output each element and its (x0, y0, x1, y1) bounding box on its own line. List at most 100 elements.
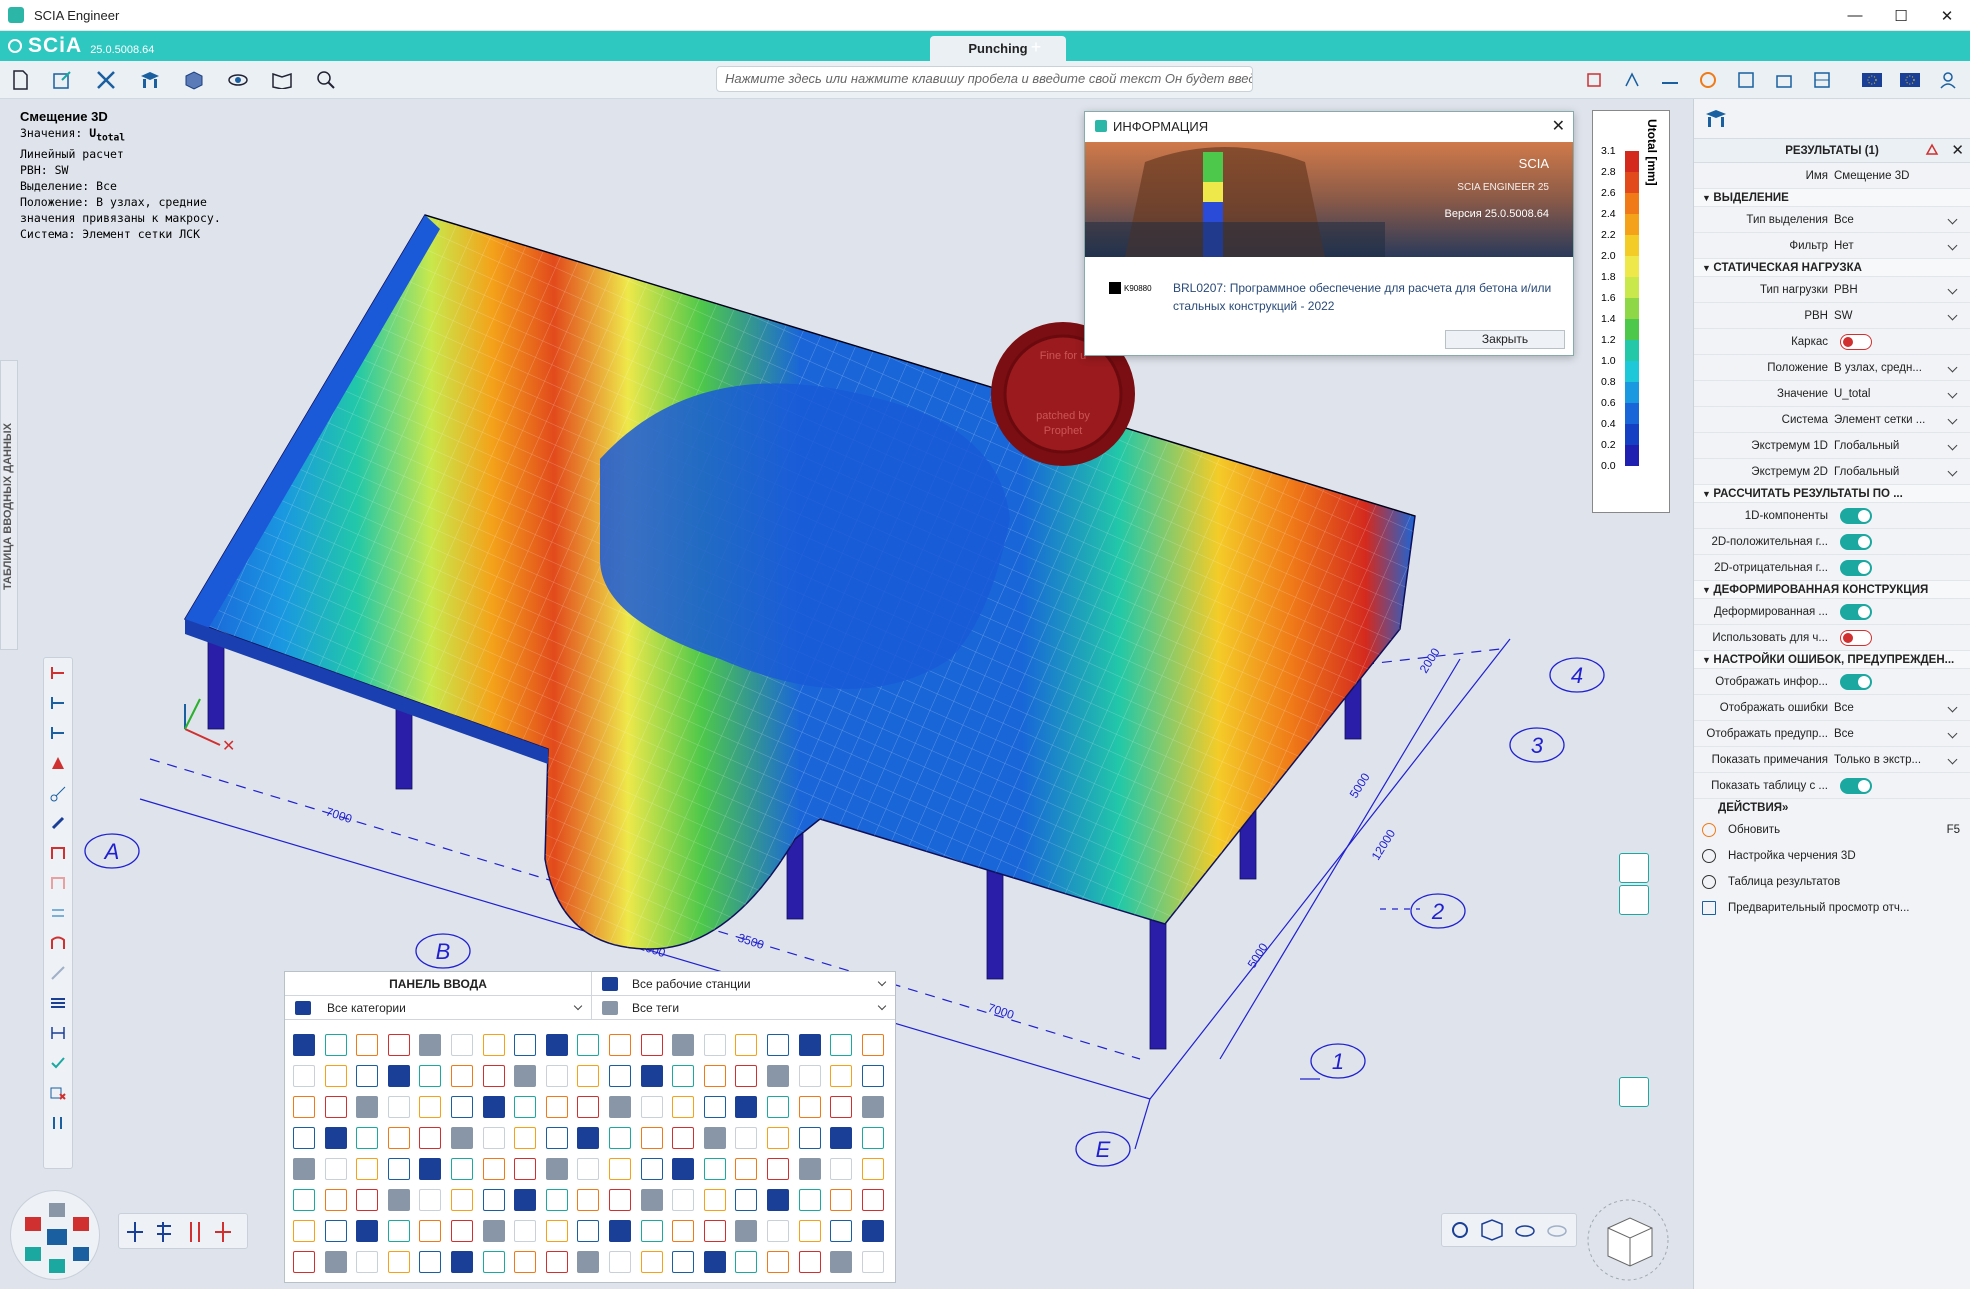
eu-flag-icon[interactable] (1860, 68, 1884, 92)
refresh-action[interactable]: Обновить F5 (1694, 817, 1970, 843)
input-tool-icon[interactable] (609, 1220, 631, 1242)
pin-icon[interactable] (1924, 142, 1940, 158)
input-tool-icon[interactable] (545, 1158, 568, 1180)
input-tool-icon[interactable] (451, 1251, 473, 1273)
frame-view-2-icon[interactable] (1619, 885, 1649, 915)
input-tool-icon[interactable] (482, 1189, 505, 1211)
input-tool-icon[interactable] (387, 1189, 410, 1211)
input-tool-icon[interactable] (672, 1127, 695, 1149)
input-tool-icon[interactable] (419, 1034, 442, 1056)
input-tool-icon[interactable] (735, 1158, 758, 1180)
lock-grid-icon[interactable] (1772, 68, 1796, 92)
view-cube[interactable] (1578, 1192, 1678, 1282)
input-tool-icon[interactable] (324, 1034, 347, 1056)
input-tool-icon[interactable] (514, 1034, 537, 1056)
minimize-button[interactable]: — (1832, 0, 1878, 31)
input-tool-icon[interactable] (293, 1034, 315, 1056)
input-tool-icon[interactable] (387, 1127, 410, 1149)
input-tool-icon[interactable] (767, 1189, 789, 1211)
input-tool-icon[interactable] (356, 1065, 379, 1087)
input-tool-icon[interactable] (640, 1096, 663, 1118)
input-tool-icon[interactable] (767, 1127, 789, 1149)
input-tool-icon[interactable] (451, 1034, 473, 1056)
input-tool-icon[interactable] (861, 1127, 884, 1149)
profile-icon[interactable] (1619, 1045, 1649, 1075)
layout-icon[interactable] (1810, 68, 1834, 92)
input-tool-icon[interactable] (735, 1065, 758, 1087)
input-tool-icon[interactable] (451, 1158, 473, 1180)
input-tool-icon[interactable] (451, 1096, 473, 1118)
structure-icon[interactable] (138, 68, 162, 92)
input-tool-icon[interactable] (735, 1127, 758, 1149)
input-tool-icon[interactable] (609, 1189, 631, 1211)
frame-toggle[interactable] (1840, 334, 1872, 350)
input-tool-icon[interactable] (356, 1158, 379, 1180)
input-tool-icon[interactable] (356, 1127, 379, 1149)
input-tool-icon[interactable] (514, 1127, 537, 1149)
input-tool-icon[interactable] (672, 1220, 695, 1242)
input-tool-icon[interactable] (545, 1034, 568, 1056)
input-tool-icon[interactable] (735, 1034, 758, 1056)
input-tool-icon[interactable] (703, 1251, 726, 1273)
user-icon[interactable] (1936, 68, 1960, 92)
input-tool-icon[interactable] (861, 1189, 884, 1211)
input-tool-icon[interactable] (293, 1251, 315, 1273)
results-table-action[interactable]: Таблица результатов (1694, 869, 1970, 895)
cut-icon[interactable] (44, 778, 72, 808)
model-icon[interactable] (182, 68, 206, 92)
2d-positive-toggle[interactable] (1840, 534, 1872, 550)
input-tool-icon[interactable] (640, 1251, 663, 1273)
input-tool-icon[interactable] (514, 1096, 537, 1118)
input-tool-icon[interactable] (419, 1096, 442, 1118)
input-tool-icon[interactable] (577, 1127, 600, 1149)
use-for-toggle[interactable] (1840, 630, 1872, 646)
eu-flag-2-icon[interactable] (1898, 68, 1922, 92)
section-static-load[interactable]: СТАТИЧЕСКАЯ НАГРУЗКА (1694, 259, 1970, 277)
input-tool-icon[interactable] (577, 1065, 600, 1087)
load-icon[interactable] (44, 898, 72, 928)
input-tool-icon[interactable] (703, 1034, 726, 1056)
input-tool-icon[interactable] (861, 1034, 884, 1056)
book-icon[interactable] (270, 68, 294, 92)
input-tool-icon[interactable] (514, 1158, 537, 1180)
refresh-icon[interactable] (1696, 68, 1720, 92)
input-tool-icon[interactable] (482, 1220, 505, 1242)
member-tool-icon[interactable] (44, 658, 72, 688)
input-tool-icon[interactable] (609, 1034, 631, 1056)
results-panel-icon[interactable] (1704, 108, 1728, 130)
frame-disabled-icon[interactable] (44, 868, 72, 898)
input-tool-icon[interactable] (293, 1096, 315, 1118)
input-tool-icon[interactable] (482, 1096, 505, 1118)
tools-icon[interactable] (94, 68, 118, 92)
line-load-icon[interactable] (44, 958, 72, 988)
input-tool-icon[interactable] (482, 1065, 505, 1087)
input-tool-icon[interactable] (735, 1189, 758, 1211)
system-dropdown[interactable]: Элемент сетки ... (1830, 410, 1960, 430)
input-tool-icon[interactable] (482, 1158, 505, 1180)
new-file-icon[interactable] (8, 68, 32, 92)
section-calc-results[interactable]: РАССЧИТАТЬ РЕЗУЛЬТАТЫ ПО ... (1694, 485, 1970, 503)
sort-icon[interactable] (44, 1108, 72, 1138)
input-tool-icon[interactable] (419, 1127, 442, 1149)
input-tool-icon[interactable] (609, 1127, 631, 1149)
input-tool-icon[interactable] (293, 1065, 315, 1087)
grid-icon[interactable] (1582, 68, 1606, 92)
input-tool-icon[interactable] (703, 1096, 726, 1118)
input-tool-icon[interactable] (387, 1158, 410, 1180)
database-icon[interactable] (1619, 981, 1649, 1011)
input-tool-icon[interactable] (419, 1158, 442, 1180)
draw-settings-action[interactable]: Настройка черчения 3D (1694, 843, 1970, 869)
input-tool-icon[interactable] (387, 1096, 410, 1118)
support-icon[interactable] (44, 748, 72, 778)
input-tool-icon[interactable] (356, 1220, 379, 1242)
input-tool-icon[interactable] (640, 1065, 663, 1087)
input-tool-icon[interactable] (324, 1065, 347, 1087)
2d-negative-toggle[interactable] (1840, 560, 1872, 576)
input-tool-icon[interactable] (577, 1158, 600, 1180)
extreme-1d-dropdown[interactable]: Глобальный (1830, 436, 1960, 456)
input-tool-icon[interactable] (451, 1065, 473, 1087)
edit-icon[interactable] (50, 68, 74, 92)
input-tool-icon[interactable] (387, 1065, 410, 1087)
input-tool-icon[interactable] (798, 1034, 821, 1056)
input-tool-icon[interactable] (609, 1065, 631, 1087)
